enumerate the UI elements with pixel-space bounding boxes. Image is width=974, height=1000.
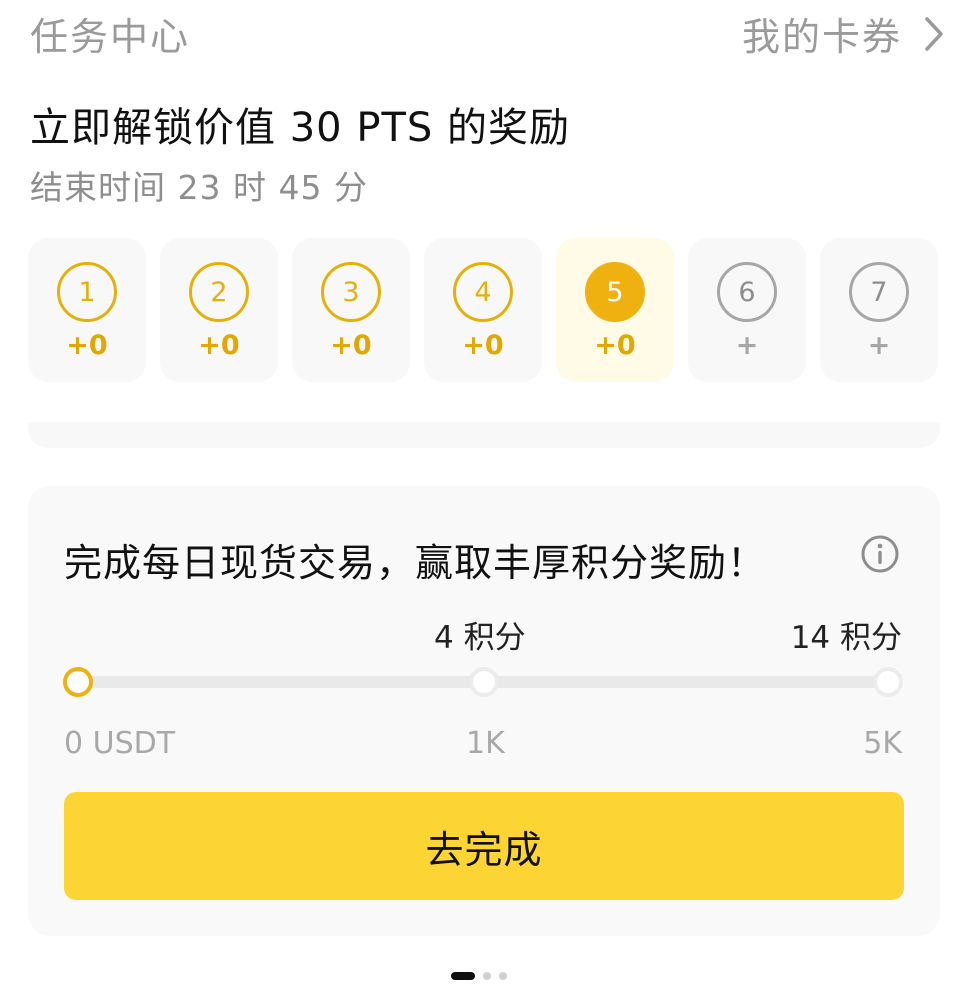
checkin-day-6[interactable]: 6 + xyxy=(688,238,806,382)
page-indicator xyxy=(451,972,507,980)
day-number: 2 xyxy=(189,262,249,322)
day-number: 5 xyxy=(585,262,645,322)
day-reward: +0 xyxy=(198,330,240,361)
milestone-node-5k xyxy=(873,667,903,697)
day-reward: +0 xyxy=(462,330,504,361)
milestone-points-5k: 14 积分 xyxy=(790,620,902,656)
page-dot-active[interactable] xyxy=(451,972,475,980)
milestone-threshold-1k: 1K xyxy=(466,726,505,761)
go-complete-button[interactable]: 去完成 xyxy=(64,792,904,900)
checkin-day-2[interactable]: 2 +0 xyxy=(160,238,278,382)
milestone-node-start xyxy=(63,667,93,697)
my-coupons-label: 我的卡券 xyxy=(741,15,902,59)
info-icon[interactable] xyxy=(860,534,900,574)
task-title: 完成每日现货交易，赢取丰厚积分奖励！ xyxy=(64,541,767,585)
page-dot[interactable] xyxy=(499,972,507,980)
day-number: 7 xyxy=(849,262,909,322)
day-number: 4 xyxy=(453,262,513,322)
page-title: 任务中心 xyxy=(30,15,191,59)
day-reward: +0 xyxy=(66,330,108,361)
day-number: 3 xyxy=(321,262,381,322)
chevron-right-icon xyxy=(925,16,943,51)
checkin-day-4[interactable]: 4 +0 xyxy=(424,238,542,382)
promo-headline: 立即解锁价值 30 PTS 的奖励 xyxy=(30,105,570,151)
checkin-day-7[interactable]: 7 + xyxy=(820,238,938,382)
day-number: 6 xyxy=(717,262,777,322)
header: 任务中心 我的卡券 xyxy=(0,0,974,64)
checkin-day-5[interactable]: 5 +0 xyxy=(556,238,674,382)
milestone-threshold-start: 0 USDT xyxy=(64,726,176,761)
day-reward: + xyxy=(867,330,891,361)
countdown-text: 结束时间 23 时 45 分 xyxy=(30,168,368,207)
my-coupons-link[interactable]: 我的卡券 xyxy=(742,6,944,61)
milestone-points-1k: 4 积分 xyxy=(434,620,526,656)
checkin-days: 1 +0 2 +0 3 +0 4 +0 5 +0 6 + 7 + xyxy=(28,238,940,382)
checkin-day-3[interactable]: 3 +0 xyxy=(292,238,410,382)
day-reward: +0 xyxy=(594,330,636,361)
day-number: 1 xyxy=(57,262,117,322)
milestone-threshold-5k: 5K xyxy=(863,726,902,761)
day-reward: + xyxy=(735,330,759,361)
checkin-day-1[interactable]: 1 +0 xyxy=(28,238,146,382)
page-dot[interactable] xyxy=(483,972,491,980)
day-reward: +0 xyxy=(330,330,372,361)
milestone-node-1k xyxy=(469,667,499,697)
card-bottom-edge xyxy=(28,422,940,448)
task-card: 完成每日现货交易，赢取丰厚积分奖励！ 4 积分 14 积分 0 USDT 1K … xyxy=(28,486,940,936)
